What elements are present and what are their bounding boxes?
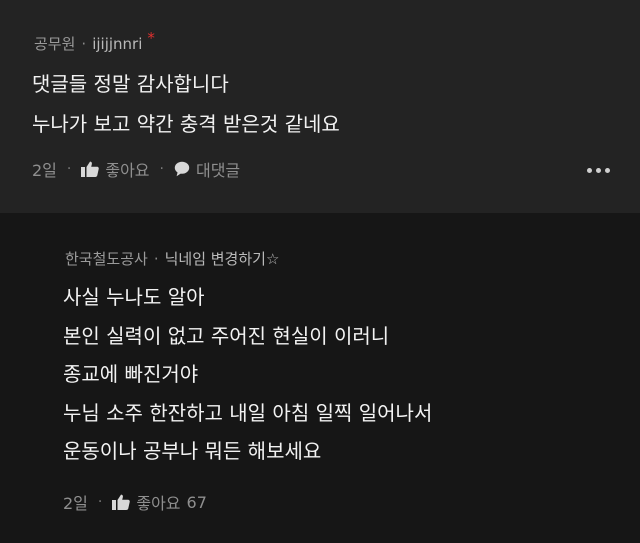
like-label: 좋아요 [105, 161, 150, 180]
more-dot-icon [605, 168, 610, 173]
comment-card: 공무원 · ijijjnnri * 댓글들 정말 감사합니다 누나가 보고 약간… [0, 0, 640, 213]
more-dot-icon [596, 168, 601, 173]
comment-time: 2일 [32, 161, 57, 180]
comment-body: 댓글들 정말 감사합니다 누나가 보고 약간 충격 받은것 같네요 [32, 64, 340, 144]
action-separator: · [66, 161, 72, 177]
comment-line: 누나가 보고 약간 충격 받은것 같네요 [32, 112, 340, 136]
like-button[interactable]: 좋아요 67 [112, 490, 207, 514]
thumbs-up-icon [81, 161, 100, 177]
thumbs-up-icon [112, 494, 131, 510]
speech-bubble-icon [174, 161, 190, 177]
comment-nickname[interactable]: ijijjnnri [92, 35, 142, 53]
more-options-button[interactable] [587, 168, 610, 173]
reply-actions: 2일 · 좋아요 67 [63, 490, 207, 514]
like-count: 67 [186, 492, 207, 512]
author-badge: * [147, 28, 155, 47]
reply-author[interactable]: 한국철도공사 [65, 248, 148, 269]
meta-separator: · [153, 249, 159, 268]
comment-actions: 2일 · 좋아요 · 대댓글 [32, 157, 240, 181]
reply-button[interactable]: 대댓글 [174, 157, 240, 181]
meta-separator: · [81, 34, 87, 53]
reply-line: 종교에 빠진거야 [63, 362, 199, 386]
comment-meta: 공무원 · ijijjnnri * [34, 29, 155, 54]
like-label: 좋아요 [136, 494, 181, 513]
reply-card: 한국철도공사 · 닉네임 변경하기☆ 사실 누나도 알아 본인 실력이 없고 주… [0, 213, 640, 543]
reply-meta: 한국철도공사 · 닉네임 변경하기☆ [65, 248, 279, 269]
reply-line: 사실 누나도 알아 [63, 285, 205, 309]
reply-label: 대댓글 [195, 161, 241, 180]
action-separator: · [97, 494, 103, 510]
action-separator: · [159, 161, 164, 177]
more-dot-icon [587, 168, 592, 173]
comment-line: 댓글들 정말 감사합니다 [32, 72, 229, 96]
reply-line: 운동이나 공부나 뭐든 해보세요 [63, 439, 322, 463]
reply-body: 사실 누나도 알아 본인 실력이 없고 주어진 현실이 이러니 종교에 빠진거야… [63, 278, 432, 471]
reply-nickname[interactable]: 닉네임 변경하기☆ [165, 248, 280, 269]
reply-time: 2일 [63, 494, 88, 513]
reply-line: 누님 소주 한잔하고 내일 아침 일찍 일어나서 [63, 400, 433, 425]
reply-line: 본인 실력이 없고 주어진 현실이 이러니 [63, 323, 390, 348]
comment-author[interactable]: 공무원 [34, 33, 75, 54]
like-button[interactable]: 좋아요 [81, 157, 150, 181]
